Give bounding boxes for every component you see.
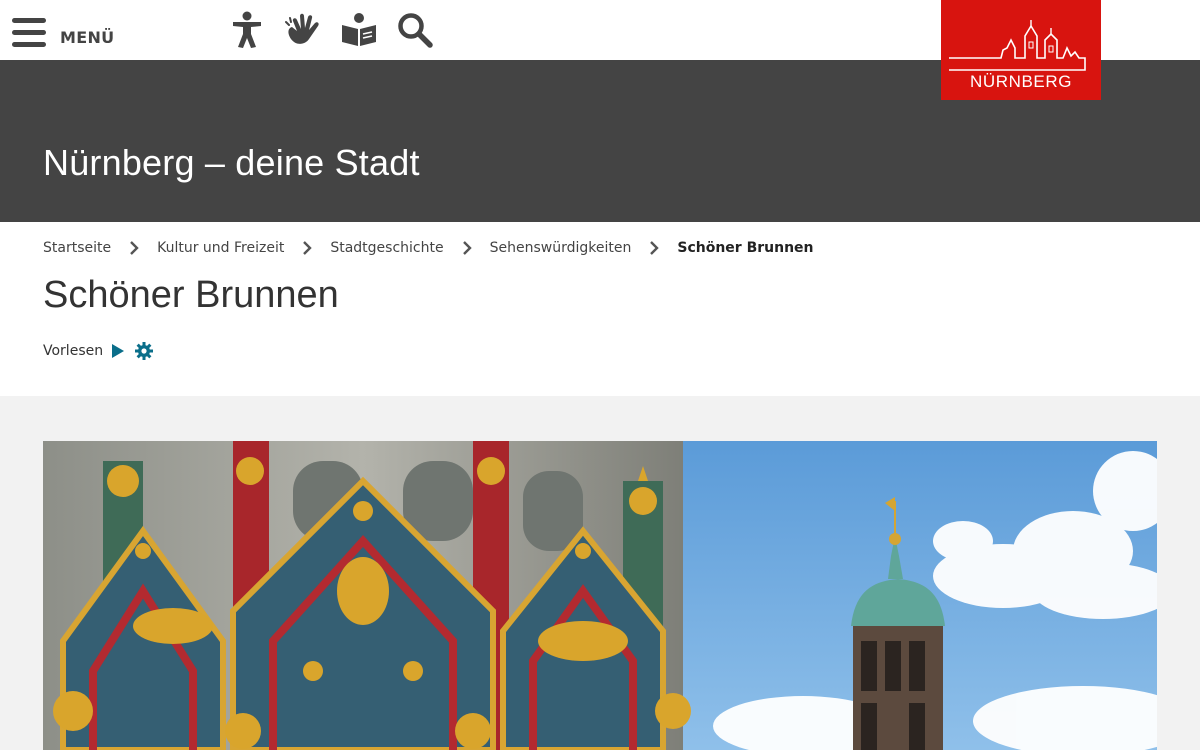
chevron-right-icon (631, 240, 677, 256)
site-title[interactable]: Nürnberg – deine Stadt (43, 142, 420, 184)
menu-button[interactable]: MENÜ (12, 12, 114, 48)
sign-language-icon[interactable] (284, 10, 322, 50)
search-icon[interactable] (396, 10, 434, 50)
logo-text: NÜRNBERG (969, 72, 1073, 91)
play-icon[interactable] (111, 343, 125, 359)
breadcrumb: Startseite Kultur und Freizeit Stadtgesc… (43, 240, 814, 256)
accessibility-toolbar (228, 10, 434, 50)
accessibility-icon[interactable] (228, 10, 266, 50)
hero-image-schoener-brunnen (43, 441, 1157, 750)
breadcrumb-item-sehenswuerdigkeiten[interactable]: Sehenswürdigkeiten (490, 240, 632, 256)
gear-icon[interactable] (135, 342, 154, 360)
chevron-right-icon (284, 240, 330, 256)
breadcrumb-item-kultur[interactable]: Kultur und Freizeit (157, 240, 284, 256)
chevron-right-icon (444, 240, 490, 256)
read-aloud-label[interactable]: Vorlesen (43, 343, 103, 359)
breadcrumb-item-startseite[interactable]: Startseite (43, 240, 111, 256)
chevron-right-icon (111, 240, 157, 256)
read-aloud-bar: Vorlesen (43, 342, 163, 360)
page-title: Schöner Brunnen (43, 274, 339, 316)
easy-language-icon[interactable] (340, 10, 378, 50)
breadcrumb-item-current: Schöner Brunnen (677, 240, 814, 256)
nuernberg-logo[interactable]: NÜRNBERG (941, 0, 1101, 100)
hamburger-icon (12, 18, 46, 47)
menu-label: MENÜ (60, 28, 115, 47)
breadcrumb-item-stadtgeschichte[interactable]: Stadtgeschichte (330, 240, 443, 256)
